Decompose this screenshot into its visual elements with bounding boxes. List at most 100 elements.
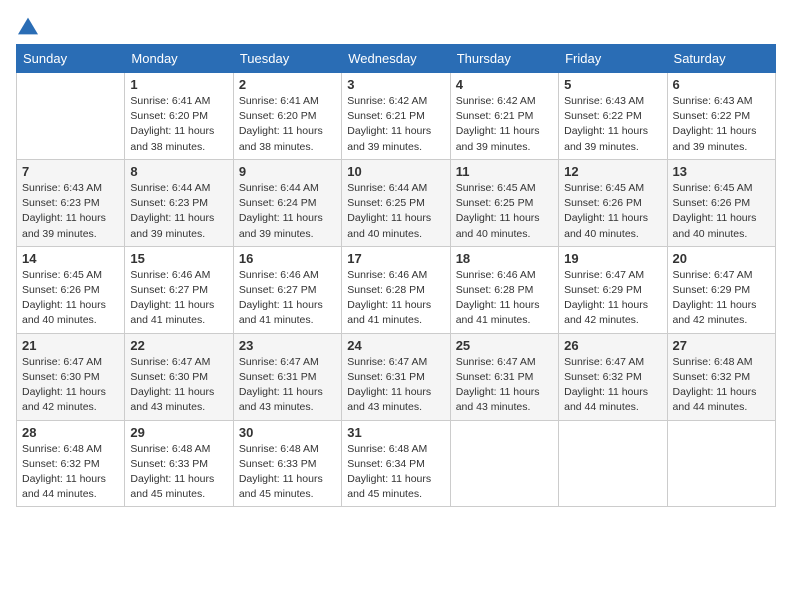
weekday-header-thursday: Thursday <box>450 45 558 73</box>
day-number: 10 <box>347 164 444 179</box>
day-number: 4 <box>456 77 553 92</box>
day-info: Sunrise: 6:48 AMSunset: 6:32 PMDaylight:… <box>22 442 119 503</box>
day-cell: 15 Sunrise: 6:46 AMSunset: 6:27 PMDayligh… <box>125 246 233 333</box>
calendar-table: SundayMondayTuesdayWednesdayThursdayFrid… <box>16 44 776 507</box>
day-info: Sunrise: 6:46 AMSunset: 6:27 PMDaylight:… <box>130 268 227 329</box>
day-cell: 1 Sunrise: 6:41 AMSunset: 6:20 PMDaylight… <box>125 73 233 160</box>
day-info: Sunrise: 6:43 AMSunset: 6:22 PMDaylight:… <box>564 94 661 155</box>
day-cell: 20 Sunrise: 6:47 AMSunset: 6:29 PMDayligh… <box>667 246 775 333</box>
day-info: Sunrise: 6:41 AMSunset: 6:20 PMDaylight:… <box>239 94 336 155</box>
day-number: 31 <box>347 425 444 440</box>
day-number: 23 <box>239 338 336 353</box>
day-cell: 31 Sunrise: 6:48 AMSunset: 6:34 PMDayligh… <box>342 420 450 507</box>
day-number: 8 <box>130 164 227 179</box>
day-cell: 5 Sunrise: 6:43 AMSunset: 6:22 PMDaylight… <box>559 73 667 160</box>
day-info: Sunrise: 6:47 AMSunset: 6:31 PMDaylight:… <box>239 355 336 416</box>
weekday-header-row: SundayMondayTuesdayWednesdayThursdayFrid… <box>17 45 776 73</box>
day-number: 21 <box>22 338 119 353</box>
day-info: Sunrise: 6:44 AMSunset: 6:25 PMDaylight:… <box>347 181 444 242</box>
day-number: 27 <box>673 338 770 353</box>
day-number: 2 <box>239 77 336 92</box>
day-number: 17 <box>347 251 444 266</box>
day-number: 3 <box>347 77 444 92</box>
day-number: 30 <box>239 425 336 440</box>
weekday-header-wednesday: Wednesday <box>342 45 450 73</box>
day-info: Sunrise: 6:48 AMSunset: 6:34 PMDaylight:… <box>347 442 444 503</box>
day-cell: 4 Sunrise: 6:42 AMSunset: 6:21 PMDaylight… <box>450 73 558 160</box>
day-info: Sunrise: 6:47 AMSunset: 6:29 PMDaylight:… <box>564 268 661 329</box>
day-number: 22 <box>130 338 227 353</box>
day-info: Sunrise: 6:47 AMSunset: 6:32 PMDaylight:… <box>564 355 661 416</box>
weekday-header-monday: Monday <box>125 45 233 73</box>
day-number: 24 <box>347 338 444 353</box>
day-cell: 22 Sunrise: 6:47 AMSunset: 6:30 PMDayligh… <box>125 333 233 420</box>
day-info: Sunrise: 6:48 AMSunset: 6:33 PMDaylight:… <box>239 442 336 503</box>
day-number: 14 <box>22 251 119 266</box>
weekday-header-friday: Friday <box>559 45 667 73</box>
day-cell: 29Sunrise: 6:48 AMSunset: 6:33 PMDayligh… <box>125 420 233 507</box>
day-cell: 25Sunrise: 6:47 AMSunset: 6:31 PMDayligh… <box>450 333 558 420</box>
day-cell <box>17 73 125 160</box>
day-cell: 2 Sunrise: 6:41 AMSunset: 6:20 PMDaylight… <box>233 73 341 160</box>
day-info: Sunrise: 6:45 AMSunset: 6:25 PMDaylight:… <box>456 181 553 242</box>
day-number: 20 <box>673 251 770 266</box>
week-row-5: 28Sunrise: 6:48 AMSunset: 6:32 PMDayligh… <box>17 420 776 507</box>
day-cell: 23 Sunrise: 6:47 AMSunset: 6:31 PMDayligh… <box>233 333 341 420</box>
day-info: Sunrise: 6:47 AMSunset: 6:30 PMDaylight:… <box>22 355 119 416</box>
day-cell: 17 Sunrise: 6:46 AMSunset: 6:28 PMDayligh… <box>342 246 450 333</box>
day-number: 5 <box>564 77 661 92</box>
day-cell: 6Sunrise: 6:43 AMSunset: 6:22 PMDaylight… <box>667 73 775 160</box>
day-info: Sunrise: 6:45 AMSunset: 6:26 PMDaylight:… <box>22 268 119 329</box>
day-cell: 13 Sunrise: 6:45 AMSunset: 6:26 PMDayligh… <box>667 159 775 246</box>
day-info: Sunrise: 6:45 AMSunset: 6:26 PMDaylight:… <box>673 181 770 242</box>
week-row-3: 14 Sunrise: 6:45 AMSunset: 6:26 PMDayligh… <box>17 246 776 333</box>
logo-icon <box>18 16 38 36</box>
day-cell: 10 Sunrise: 6:44 AMSunset: 6:25 PMDayligh… <box>342 159 450 246</box>
day-info: Sunrise: 6:42 AMSunset: 6:21 PMDaylight:… <box>347 94 444 155</box>
week-row-1: 1 Sunrise: 6:41 AMSunset: 6:20 PMDaylight… <box>17 73 776 160</box>
day-cell: 8 Sunrise: 6:44 AMSunset: 6:23 PMDaylight… <box>125 159 233 246</box>
day-cell <box>667 420 775 507</box>
day-cell: 11Sunrise: 6:45 AMSunset: 6:25 PMDayligh… <box>450 159 558 246</box>
day-info: Sunrise: 6:41 AMSunset: 6:20 PMDaylight:… <box>130 94 227 155</box>
day-info: Sunrise: 6:47 AMSunset: 6:29 PMDaylight:… <box>673 268 770 329</box>
day-number: 1 <box>130 77 227 92</box>
day-cell: 14 Sunrise: 6:45 AMSunset: 6:26 PMDayligh… <box>17 246 125 333</box>
day-cell: 3 Sunrise: 6:42 AMSunset: 6:21 PMDaylight… <box>342 73 450 160</box>
day-number: 26 <box>564 338 661 353</box>
day-number: 19 <box>564 251 661 266</box>
day-cell: 24 Sunrise: 6:47 AMSunset: 6:31 PMDayligh… <box>342 333 450 420</box>
weekday-header-tuesday: Tuesday <box>233 45 341 73</box>
day-number: 25 <box>456 338 553 353</box>
day-info: Sunrise: 6:46 AMSunset: 6:28 PMDaylight:… <box>456 268 553 329</box>
day-cell <box>450 420 558 507</box>
weekday-header-sunday: Sunday <box>17 45 125 73</box>
week-row-4: 21 Sunrise: 6:47 AMSunset: 6:30 PMDayligh… <box>17 333 776 420</box>
day-info: Sunrise: 6:47 AMSunset: 6:31 PMDaylight:… <box>347 355 444 416</box>
day-info: Sunrise: 6:42 AMSunset: 6:21 PMDaylight:… <box>456 94 553 155</box>
day-info: Sunrise: 6:44 AMSunset: 6:24 PMDaylight:… <box>239 181 336 242</box>
day-number: 15 <box>130 251 227 266</box>
day-cell: 26 Sunrise: 6:47 AMSunset: 6:32 PMDayligh… <box>559 333 667 420</box>
day-info: Sunrise: 6:46 AMSunset: 6:27 PMDaylight:… <box>239 268 336 329</box>
day-number: 13 <box>673 164 770 179</box>
day-cell: 7Sunrise: 6:43 AMSunset: 6:23 PMDaylight… <box>17 159 125 246</box>
page-header <box>16 16 776 36</box>
day-number: 9 <box>239 164 336 179</box>
day-cell: 16Sunrise: 6:46 AMSunset: 6:27 PMDayligh… <box>233 246 341 333</box>
day-number: 12 <box>564 164 661 179</box>
day-info: Sunrise: 6:47 AMSunset: 6:30 PMDaylight:… <box>130 355 227 416</box>
day-info: Sunrise: 6:43 AMSunset: 6:22 PMDaylight:… <box>673 94 770 155</box>
day-cell: 12Sunrise: 6:45 AMSunset: 6:26 PMDayligh… <box>559 159 667 246</box>
day-info: Sunrise: 6:44 AMSunset: 6:23 PMDaylight:… <box>130 181 227 242</box>
day-cell: 30 Sunrise: 6:48 AMSunset: 6:33 PMDayligh… <box>233 420 341 507</box>
week-row-2: 7Sunrise: 6:43 AMSunset: 6:23 PMDaylight… <box>17 159 776 246</box>
day-info: Sunrise: 6:46 AMSunset: 6:28 PMDaylight:… <box>347 268 444 329</box>
logo <box>16 16 38 36</box>
weekday-header-saturday: Saturday <box>667 45 775 73</box>
day-cell: 28Sunrise: 6:48 AMSunset: 6:32 PMDayligh… <box>17 420 125 507</box>
day-info: Sunrise: 6:48 AMSunset: 6:33 PMDaylight:… <box>130 442 227 503</box>
day-info: Sunrise: 6:43 AMSunset: 6:23 PMDaylight:… <box>22 181 119 242</box>
day-cell: 19 Sunrise: 6:47 AMSunset: 6:29 PMDayligh… <box>559 246 667 333</box>
day-cell: 21 Sunrise: 6:47 AMSunset: 6:30 PMDayligh… <box>17 333 125 420</box>
